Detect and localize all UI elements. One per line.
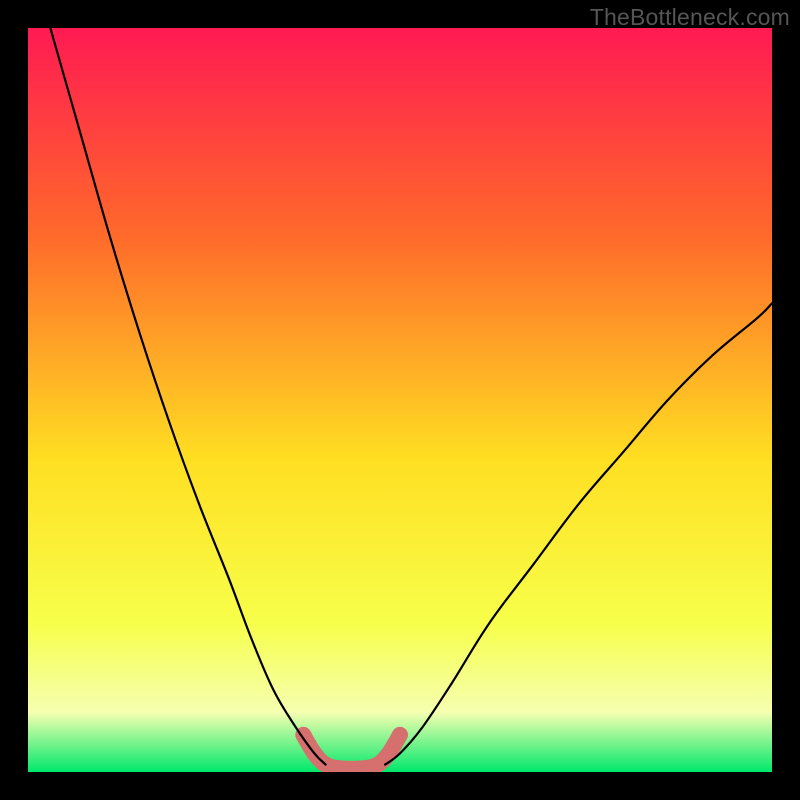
gradient-background (28, 28, 772, 772)
watermark-text: TheBottleneck.com (590, 4, 790, 31)
plot-area (28, 28, 772, 772)
chart-svg (28, 28, 772, 772)
chart-frame: TheBottleneck.com (0, 0, 800, 800)
